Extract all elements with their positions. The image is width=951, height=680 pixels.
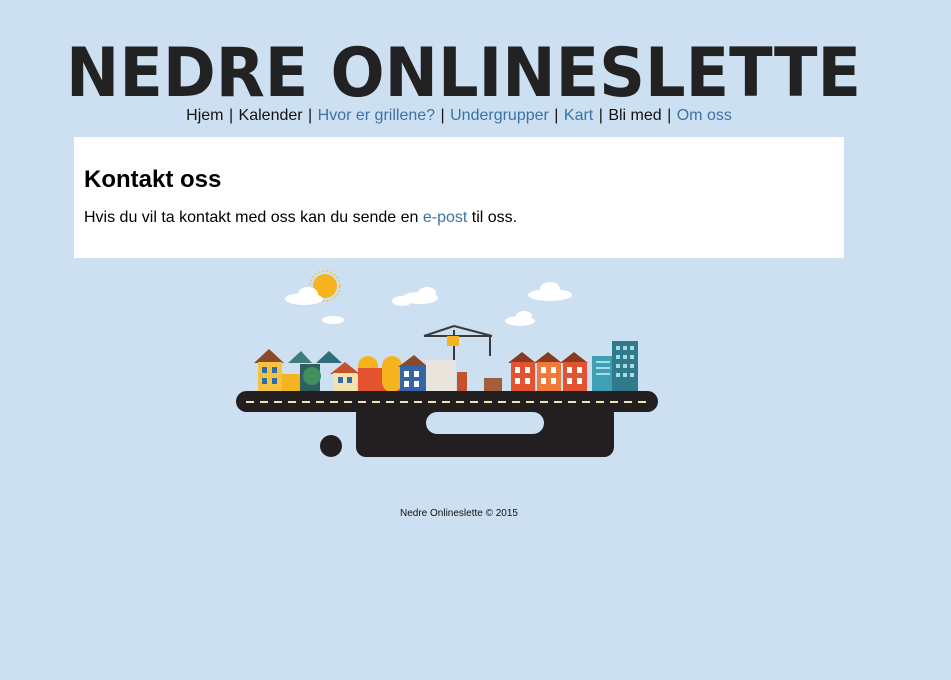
footer: Nedre Onlineslette © 2015	[400, 508, 518, 519]
nav-separator: |	[598, 107, 603, 124]
email-link[interactable]: e-post	[423, 209, 467, 226]
crane-cabin	[447, 336, 459, 346]
houses-left	[254, 349, 467, 392]
site-logo[interactable]: NEDRE ONLINESLETTE	[66, 40, 861, 102]
page: NEDRE ONLINESLETTE Hjem | Kalender | Hvo…	[0, 0, 951, 680]
main-nav: Hjem | Kalender | Hvor er grillene? | Un…	[0, 107, 918, 125]
nav-link-grillene[interactable]: Hvor er grillene?	[318, 107, 435, 124]
nav-link-kart[interactable]: Kart	[564, 107, 593, 124]
nav-item-bli-med[interactable]: Bli med	[608, 107, 661, 124]
road-gap	[426, 412, 544, 434]
nav-link-om-oss[interactable]: Om oss	[677, 107, 732, 124]
nav-separator: |	[440, 107, 445, 124]
contact-text-after: til oss.	[467, 209, 518, 226]
contact-text-before: Hvis du vil ta kontakt med oss kan du se…	[84, 209, 423, 226]
content-box: Kontakt oss Hvis du vil ta kontakt med o…	[74, 137, 844, 258]
nav-item-hjem[interactable]: Hjem	[186, 107, 223, 124]
page-title: Kontakt oss	[84, 166, 222, 193]
nav-separator: |	[228, 107, 234, 124]
city-illustration	[236, 270, 658, 457]
site-logo-text: NEDRE ONLINESLETTE	[66, 40, 861, 102]
nav-separator: |	[308, 107, 313, 124]
houses-right	[484, 341, 638, 392]
nav-link-undergrupper[interactable]: Undergrupper	[450, 107, 549, 124]
nav-item-kalender[interactable]: Kalender	[239, 107, 303, 124]
nav-separator: |	[554, 107, 559, 124]
nav-separator: |	[667, 107, 672, 124]
contact-paragraph: Hvis du vil ta kontakt med oss kan du se…	[84, 208, 834, 228]
